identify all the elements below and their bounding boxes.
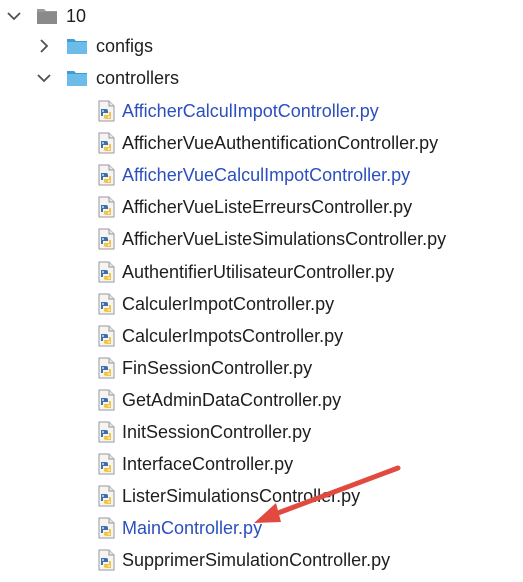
file-tree: 10 configs controllers AfficherCalculImp… <box>0 0 523 582</box>
file-label: CalculerImpotsController.py <box>122 325 344 346</box>
file-label: AuthentifierUtilisateurController.py <box>122 261 395 282</box>
file-label: AfficherCalculImpotController.py <box>122 101 379 121</box>
tree-node-configs[interactable]: configs <box>34 30 153 62</box>
file-label: GetAdminDataController.py <box>122 389 342 410</box>
folder-icon <box>66 37 88 55</box>
file-label: ListerSimulationsController.py <box>122 486 361 507</box>
file-item[interactable]: CalculerImpotController.py <box>96 288 334 320</box>
python-file-icon <box>96 421 116 443</box>
folder-icon <box>36 7 58 25</box>
file-item[interactable]: GetAdminDataController.py <box>96 384 341 416</box>
python-file-icon <box>96 100 116 122</box>
file-label: InterfaceController.py <box>122 454 294 475</box>
file-label: SupprimerSimulationController.py <box>122 550 391 571</box>
chevron-right-icon[interactable] <box>34 36 54 56</box>
tree-node-label: configs <box>96 36 154 56</box>
python-file-icon <box>96 164 116 186</box>
tree-node-controllers[interactable]: controllers <box>34 62 179 94</box>
chevron-down-icon[interactable] <box>4 6 24 26</box>
python-file-icon <box>96 261 116 283</box>
python-file-icon <box>96 517 116 539</box>
python-file-icon <box>96 357 116 379</box>
file-item[interactable]: AuthentifierUtilisateurController.py <box>96 256 394 288</box>
folder-icon <box>66 69 88 87</box>
file-label: CalculerImpotController.py <box>122 293 335 314</box>
file-item[interactable]: AfficherVueAuthentificationController.py <box>96 127 438 159</box>
file-item[interactable]: MainController.py <box>96 512 262 544</box>
file-item[interactable]: AfficherVueListeSimulationsController.py <box>96 223 446 255</box>
file-label: AfficherVueListeSimulationsController.py <box>122 229 447 250</box>
file-item[interactable]: ListerSimulationsController.py <box>96 480 360 512</box>
file-item[interactable]: AfficherCalculImpotController.py <box>96 95 379 127</box>
file-label: MainController.py <box>122 518 263 539</box>
file-label: AfficherVueAuthentificationController.py <box>122 133 439 154</box>
tree-node-label: controllers <box>96 68 180 88</box>
file-item[interactable]: SupprimerSimulationController.py <box>96 544 390 576</box>
file-label: AfficherVueListeErreursController.py <box>122 197 413 218</box>
python-file-icon <box>96 293 116 315</box>
python-file-icon <box>96 196 116 218</box>
file-label: AfficherVueCalculImpotController.py <box>122 165 411 186</box>
python-file-icon <box>96 228 116 250</box>
python-file-icon <box>96 132 116 154</box>
tree-node-root[interactable]: 10 <box>4 0 86 32</box>
python-file-icon <box>96 549 116 571</box>
file-label: FinSessionController.py <box>122 357 313 378</box>
file-item[interactable]: AfficherVueCalculImpotController.py <box>96 159 410 191</box>
python-file-icon <box>96 453 116 475</box>
file-item[interactable]: FinSessionController.py <box>96 352 312 384</box>
file-label: InitSessionController.py <box>122 422 312 442</box>
file-item[interactable]: CalculerImpotsController.py <box>96 320 343 352</box>
file-item[interactable]: AfficherVueListeErreursController.py <box>96 191 412 223</box>
chevron-down-icon[interactable] <box>34 68 54 88</box>
file-item[interactable]: InterfaceController.py <box>96 448 293 480</box>
python-file-icon <box>96 485 116 507</box>
python-file-icon <box>96 325 116 347</box>
file-item[interactable]: InitSessionController.py <box>96 416 311 448</box>
tree-node-label: 10 <box>66 6 87 26</box>
python-file-icon <box>96 389 116 411</box>
